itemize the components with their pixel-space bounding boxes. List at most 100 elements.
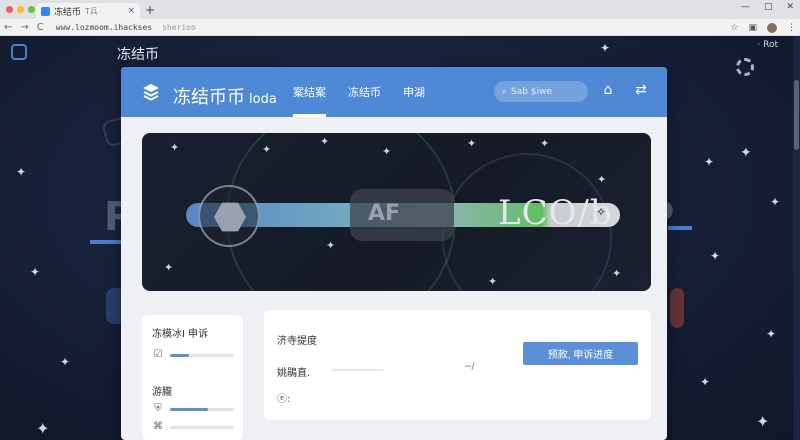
star-icon: ✦ xyxy=(700,375,711,389)
row-progress-fill xyxy=(170,407,209,411)
star-icon: ✦ xyxy=(326,239,336,252)
back-button[interactable]: ← xyxy=(4,22,12,33)
progress-knob[interactable] xyxy=(198,185,260,247)
window-controls: — □ ✕ xyxy=(741,2,794,12)
nav-item-frozen[interactable]: 冻结币 xyxy=(348,67,381,117)
chat-icon[interactable]: ⓔ: xyxy=(277,390,290,405)
check-appeal-progress-button[interactable]: 预款, 申诉进度 xyxy=(523,342,638,365)
bg-accent-bar-right xyxy=(668,226,692,230)
profile-avatar[interactable] xyxy=(767,22,777,33)
star-icon: ✦ xyxy=(540,137,550,150)
browser-chrome: 冻结币 T兵 × + — □ ✕ ← → C www.lozmoom.ihack… xyxy=(0,0,800,36)
chip-text: AF xyxy=(368,201,401,226)
right-panel-label: 姚鵑直. xyxy=(277,368,311,379)
nav-item-appeal[interactable]: 申湖 xyxy=(403,67,425,117)
menu-dots-icon[interactable]: ⋮ xyxy=(787,23,796,33)
tab-bar: 冻结币 T兵 × + — □ ✕ xyxy=(0,0,800,19)
search-icon: ⌕ xyxy=(502,86,508,97)
shield-icon: ⛨ xyxy=(154,403,162,414)
forward-button[interactable]: → xyxy=(20,22,28,33)
star-icon: ✦ xyxy=(766,327,777,341)
search-input[interactable]: ⌕ Sab $iwe xyxy=(494,81,588,102)
layers-icon xyxy=(143,84,159,101)
star-icon: ✦ xyxy=(60,355,71,369)
row-progress-fill xyxy=(170,353,190,357)
star-icon: ✦ xyxy=(488,275,498,288)
address-row: ← → C www.lozmoom.ihackses sherioo ☆ ▣ ⋮ xyxy=(0,19,800,36)
star-icon: ✦ xyxy=(740,145,752,161)
star-icon: ✦ xyxy=(320,135,330,148)
favicon-icon xyxy=(41,6,50,16)
star-icon: ✦ xyxy=(382,145,392,158)
bookmark-star-icon[interactable]: ☆ xyxy=(730,23,738,33)
row-progress xyxy=(170,353,234,357)
star-icon: ✦ xyxy=(770,195,781,209)
right-panel: 济寺提度 姚鵑直. ~/ ⓔ: 预款, 申诉进度 xyxy=(264,310,651,420)
left-panel-title: 冻模冰I 申诉 xyxy=(152,329,209,340)
star-icon: ✦ xyxy=(612,267,622,280)
address-bar[interactable]: www.lozmoom.ihackses sherioo xyxy=(56,23,196,32)
sparkle-icon: ✧ xyxy=(596,205,607,219)
url-text: www.lozmoom.ihackses xyxy=(55,23,153,32)
left-panel: 冻模冰I 申诉 ☑ 游朧 ⛨ ⌘ xyxy=(142,315,243,440)
star-icon: ✦ xyxy=(710,249,721,263)
scrollbar-thumb[interactable] xyxy=(794,80,799,150)
hero-chip: AF xyxy=(350,189,454,241)
left-panel-section2: 游朧 xyxy=(152,387,172,398)
left-panel-row[interactable]: ⛨ xyxy=(152,403,234,415)
nav-item-cases[interactable]: 案结案 xyxy=(293,67,326,117)
star-icon: ✦ xyxy=(36,419,50,438)
tab-close-icon[interactable]: × xyxy=(127,6,135,16)
brand-name: 冻结币币 xyxy=(173,87,245,108)
hero-banner: ✦ ✦ ✦ ✦ ✦ ✦ ✦ ✦ ✦ ✦ ✦ AF LCO/b ✧ xyxy=(142,133,651,291)
close-dot-icon[interactable] xyxy=(6,6,13,13)
right-panel-title: 济寺提度 xyxy=(277,336,317,347)
left-panel-row[interactable]: ☑ xyxy=(152,349,234,361)
reload-button[interactable]: C xyxy=(37,22,44,33)
home-icon[interactable]: ⌂ xyxy=(599,81,617,99)
browser-tab[interactable]: 冻结币 T兵 × xyxy=(36,3,140,19)
star-icon: ✦ xyxy=(16,165,27,179)
window-maximize-button[interactable]: □ xyxy=(764,2,773,12)
star-icon: ✦ xyxy=(262,143,272,156)
star-icon: ✦ xyxy=(467,137,477,150)
maximize-dot-icon[interactable] xyxy=(28,6,35,13)
swap-arrows-icon[interactable]: ⇄ xyxy=(632,81,650,99)
window-minimize-button[interactable]: — xyxy=(741,2,750,12)
bg-logo-icon xyxy=(11,44,27,60)
star-icon: ✦ xyxy=(164,261,174,274)
toolbar-right: ☆ ▣ ⋮ xyxy=(730,22,796,33)
right-panel-mark: ~/ xyxy=(464,362,475,372)
minimize-dot-icon[interactable] xyxy=(17,6,24,13)
star-icon: ✦ xyxy=(704,155,715,169)
left-panel-row[interactable]: ⌘ xyxy=(152,421,234,433)
brand-title[interactable]: 冻结币币 loda xyxy=(173,83,277,109)
extensions-icon[interactable]: ▣ xyxy=(748,23,757,33)
window-close-button[interactable]: ✕ xyxy=(786,2,794,12)
url-ghost-text: sherioo xyxy=(162,23,196,32)
main-nav: 案结案 冻结币 申湖 xyxy=(293,67,425,117)
brand-suffix: loda xyxy=(249,92,277,107)
app-header: 冻结币币 loda 案结案 冻结币 申湖 ⌕ Sab $iwe ⌂ ⇄ xyxy=(121,67,667,117)
hexagon-icon xyxy=(214,202,246,232)
row-progress xyxy=(170,407,234,411)
search-placeholder: Sab $iwe xyxy=(511,86,552,97)
star-icon: ✦ xyxy=(30,265,41,279)
tab-subtitle: T兵 xyxy=(85,6,98,16)
star-icon: ✦ xyxy=(597,173,607,186)
tab-title: 冻结币 xyxy=(54,7,82,18)
star-icon: ✦ xyxy=(756,412,770,431)
bg-ring-icon xyxy=(736,58,754,76)
page-scrollbar[interactable] xyxy=(793,36,800,440)
new-tab-button[interactable]: + xyxy=(145,3,155,17)
bg-right-label[interactable]: · Rot xyxy=(757,40,778,50)
star-icon: ✦ xyxy=(170,141,180,154)
app-card: 冻结币币 loda 案结案 冻结币 申湖 ⌕ Sab $iwe ⌂ ⇄ ✦ ✦ ✦… xyxy=(121,67,667,440)
bg-deco-block-red xyxy=(670,288,684,328)
bg-page-title: 冻结币 xyxy=(117,47,159,63)
right-panel-value-line xyxy=(332,369,384,371)
window-controls-mac xyxy=(6,6,35,13)
tag-icon: ⌘ xyxy=(153,421,163,432)
star-icon: ✦ xyxy=(600,41,611,55)
check-badge-icon: ☑ xyxy=(153,349,163,360)
